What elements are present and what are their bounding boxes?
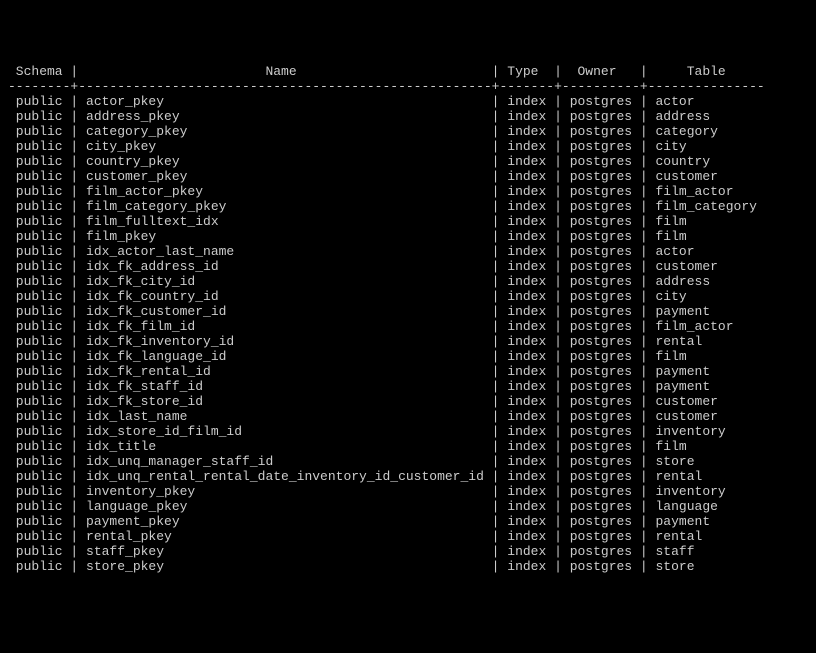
table-row: public | film_pkey | index | postgres | … [8, 229, 808, 244]
table-row: public | idx_last_name | index | postgre… [8, 409, 808, 424]
table-row: public | idx_store_id_film_id | index | … [8, 424, 808, 439]
table-row: public | idx_title | index | postgres | … [8, 439, 808, 454]
table-row: public | idx_fk_country_id | index | pos… [8, 289, 808, 304]
table-row: public | idx_fk_address_id | index | pos… [8, 259, 808, 274]
table-row: public | idx_fk_inventory_id | index | p… [8, 334, 808, 349]
table-row: public | city_pkey | index | postgres | … [8, 139, 808, 154]
table-row: public | actor_pkey | index | postgres |… [8, 94, 808, 109]
psql-output: Schema | Name | Type | Owner | Table ---… [8, 64, 808, 574]
table-header: Schema | Name | Type | Owner | Table [8, 64, 808, 79]
table-row: public | film_fulltext_idx | index | pos… [8, 214, 808, 229]
table-row: public | idx_unq_rental_rental_date_inve… [8, 469, 808, 484]
table-row: public | store_pkey | index | postgres |… [8, 559, 808, 574]
table-row: public | film_category_pkey | index | po… [8, 199, 808, 214]
table-row: public | idx_fk_city_id | index | postgr… [8, 274, 808, 289]
table-divider: --------+-------------------------------… [8, 79, 808, 94]
table-row: public | idx_fk_store_id | index | postg… [8, 394, 808, 409]
table-row: public | idx_fk_rental_id | index | post… [8, 364, 808, 379]
table-row: public | category_pkey | index | postgre… [8, 124, 808, 139]
table-row: public | idx_fk_staff_id | index | postg… [8, 379, 808, 394]
table-row: public | inventory_pkey | index | postgr… [8, 484, 808, 499]
table-row: public | rental_pkey | index | postgres … [8, 529, 808, 544]
table-row: public | country_pkey | index | postgres… [8, 154, 808, 169]
table-row: public | language_pkey | index | postgre… [8, 499, 808, 514]
table-row: public | payment_pkey | index | postgres… [8, 514, 808, 529]
table-row: public | staff_pkey | index | postgres |… [8, 544, 808, 559]
table-row: public | idx_fk_language_id | index | po… [8, 349, 808, 364]
table-row: public | address_pkey | index | postgres… [8, 109, 808, 124]
table-row: public | customer_pkey | index | postgre… [8, 169, 808, 184]
table-row: public | film_actor_pkey | index | postg… [8, 184, 808, 199]
table-row: public | idx_unq_manager_staff_id | inde… [8, 454, 808, 469]
table-row: public | idx_fk_film_id | index | postgr… [8, 319, 808, 334]
table-row: public | idx_fk_customer_id | index | po… [8, 304, 808, 319]
table-row: public | idx_actor_last_name | index | p… [8, 244, 808, 259]
